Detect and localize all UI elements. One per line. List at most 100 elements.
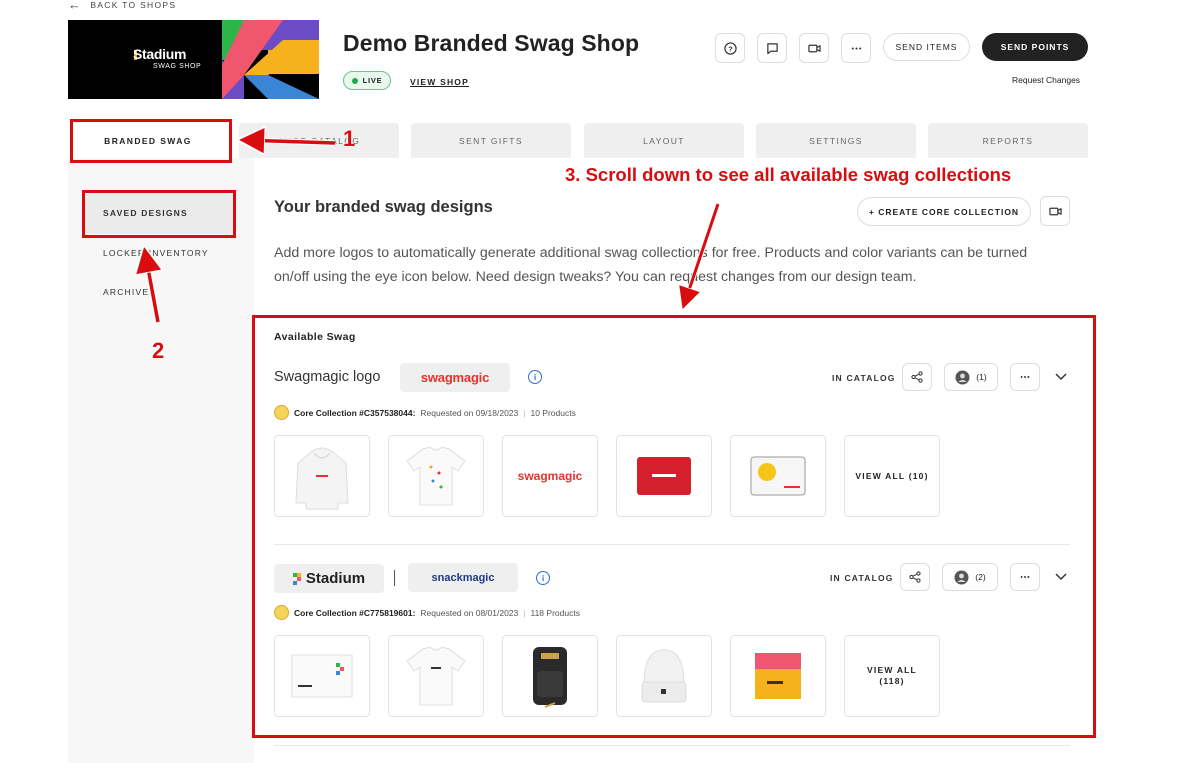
sidebar-item-locker-inventory[interactable]: LOCKER INVENTORY bbox=[103, 248, 209, 258]
more-options-button[interactable] bbox=[841, 33, 871, 63]
help-button[interactable]: ? bbox=[715, 33, 745, 63]
notebook-image bbox=[291, 654, 353, 698]
tshirt-image bbox=[406, 646, 466, 706]
gift-box-image bbox=[755, 653, 801, 699]
info-icon[interactable]: i bbox=[528, 370, 542, 384]
collection-more-button[interactable] bbox=[1010, 563, 1040, 591]
stadium-logo-icon bbox=[292, 572, 301, 585]
arrow-left-icon: ← bbox=[68, 0, 83, 12]
coin-icon bbox=[274, 605, 289, 620]
live-status-badge: LIVE bbox=[343, 71, 391, 90]
chevron-down-icon[interactable] bbox=[1055, 369, 1067, 384]
collection-divider bbox=[274, 745, 1070, 746]
coin-icon bbox=[274, 405, 289, 420]
back-to-shops-link[interactable]: ← BACK TO SHOPS bbox=[68, 0, 177, 12]
collection-meta: Core Collection #C775819601: Requested o… bbox=[274, 605, 580, 620]
create-core-collection-button[interactable]: + CREATE CORE COLLECTION bbox=[857, 197, 1031, 226]
chat-icon bbox=[766, 42, 778, 54]
product-thumb-beanie[interactable] bbox=[616, 635, 712, 717]
share-button[interactable] bbox=[902, 363, 932, 391]
video-camera-icon bbox=[1048, 207, 1062, 215]
sidebar-item-archived[interactable]: ARCHIVED bbox=[103, 287, 157, 297]
product-thumb-logo[interactable]: swagmagic bbox=[502, 435, 598, 517]
assigned-users-button[interactable]: (1) bbox=[944, 363, 998, 391]
laptop-sleeve-image bbox=[750, 456, 806, 496]
swagmagic-logo: swagmagic bbox=[517, 469, 583, 483]
product-thumb-laptop-sleeve-red[interactable] bbox=[616, 435, 712, 517]
backpack-image bbox=[533, 647, 567, 708]
collection-id: Core Collection #C775819601: bbox=[294, 607, 416, 618]
product-thumb-tshirt[interactable] bbox=[388, 635, 484, 717]
view-shop-link[interactable]: VIEW SHOP bbox=[410, 77, 469, 87]
chevron-down-icon[interactable] bbox=[1055, 569, 1067, 584]
view-all-button[interactable]: VIEW ALL (118) bbox=[844, 635, 940, 717]
share-button[interactable] bbox=[900, 563, 930, 591]
tab-settings[interactable]: SETTINGS bbox=[756, 123, 916, 158]
collection-meta: Core Collection #C357538044: Requested o… bbox=[274, 405, 576, 420]
users-count: (2) bbox=[975, 572, 986, 582]
user-avatar-icon bbox=[954, 570, 969, 584]
snackmagic-logo: snackmagic bbox=[431, 571, 495, 584]
collection-logo-chip: snackmagic bbox=[408, 563, 518, 592]
info-icon[interactable]: i bbox=[536, 571, 550, 585]
product-thumb-gift-box[interactable] bbox=[730, 635, 826, 717]
view-all-count: (118) bbox=[879, 676, 905, 686]
annotation-step-1: 1 bbox=[343, 126, 356, 151]
live-label: LIVE bbox=[362, 76, 383, 85]
help-icon: ? bbox=[723, 41, 737, 55]
view-all-label: VIEW ALL bbox=[867, 665, 917, 675]
product-thumb-tshirt[interactable] bbox=[388, 435, 484, 517]
collection-id: Core Collection #C357538044: bbox=[294, 407, 416, 418]
svg-text:?: ? bbox=[728, 44, 733, 53]
available-swag-label: Available Swag bbox=[274, 331, 356, 343]
shop-title: Demo Branded Swag Shop bbox=[343, 30, 640, 56]
send-items-button[interactable]: SEND ITEMS bbox=[883, 33, 970, 61]
section-title: Your branded swag designs bbox=[274, 198, 493, 216]
chat-button[interactable] bbox=[757, 33, 787, 63]
more-horizontal-icon bbox=[1020, 576, 1030, 578]
tab-layout[interactable]: LAYOUT bbox=[584, 123, 744, 158]
back-to-shops-label: BACK TO SHOPS bbox=[90, 0, 177, 10]
tshirt-image bbox=[406, 446, 466, 506]
banner-graphic bbox=[222, 20, 319, 99]
tab-branded-swag[interactable]: BRANDED SWAG bbox=[68, 123, 228, 158]
assigned-users-button[interactable]: (2) bbox=[942, 563, 998, 591]
catalog-status: IN CATALOG bbox=[830, 573, 894, 583]
shop-banner: Stadium SWAG SHOP bbox=[68, 20, 319, 99]
tutorial-video-button[interactable] bbox=[1040, 196, 1070, 226]
tab-reports[interactable]: REPORTS bbox=[928, 123, 1088, 158]
more-horizontal-icon bbox=[851, 46, 861, 50]
tab-shop-catalog[interactable]: SHOP CATALOG bbox=[239, 123, 399, 158]
more-horizontal-icon bbox=[1020, 376, 1030, 378]
video-button[interactable] bbox=[799, 33, 829, 63]
video-camera-icon bbox=[807, 44, 821, 52]
collection-logo-chip: swagmagic bbox=[400, 363, 510, 392]
swagmagic-logo: swagmagic bbox=[420, 370, 490, 385]
product-thumb-hoodie[interactable] bbox=[274, 435, 370, 517]
product-count: 118 Products bbox=[530, 607, 580, 618]
laptop-sleeve-image bbox=[637, 457, 691, 495]
tab-sent-gifts[interactable]: SENT GIFTS bbox=[411, 123, 571, 158]
beanie-image bbox=[641, 649, 687, 703]
collection-name: Swagmagic logo bbox=[274, 369, 381, 385]
catalog-status: IN CATALOG bbox=[832, 373, 896, 383]
product-thumb-laptop-sleeve-white[interactable] bbox=[730, 435, 826, 517]
banner-logo-text: Stadium bbox=[133, 46, 187, 62]
product-thumb-notebook[interactable] bbox=[274, 635, 370, 717]
user-avatar-icon bbox=[955, 370, 970, 384]
product-count: 10 Products bbox=[530, 407, 576, 418]
share-icon bbox=[911, 371, 923, 383]
view-all-label: VIEW ALL (10) bbox=[855, 470, 929, 481]
banner-sub-text: SWAG SHOP bbox=[153, 63, 202, 70]
section-description: Add more logos to automatically generate… bbox=[274, 245, 1028, 285]
sidebar-item-saved-designs[interactable]: SAVED DESIGNS bbox=[83, 192, 233, 234]
collection-more-button[interactable] bbox=[1010, 363, 1040, 391]
collection-divider bbox=[274, 544, 1070, 545]
request-changes-link[interactable]: Request Changes bbox=[1012, 75, 1080, 85]
live-dot-icon bbox=[351, 77, 358, 84]
view-all-button[interactable]: VIEW ALL (10) bbox=[844, 435, 940, 517]
collection-logo-chip: Stadium bbox=[274, 564, 384, 593]
stadium-logo-text: Stadium bbox=[305, 570, 366, 587]
product-thumb-backpack[interactable] bbox=[502, 635, 598, 717]
send-points-button[interactable]: SEND POINTS bbox=[982, 33, 1088, 61]
